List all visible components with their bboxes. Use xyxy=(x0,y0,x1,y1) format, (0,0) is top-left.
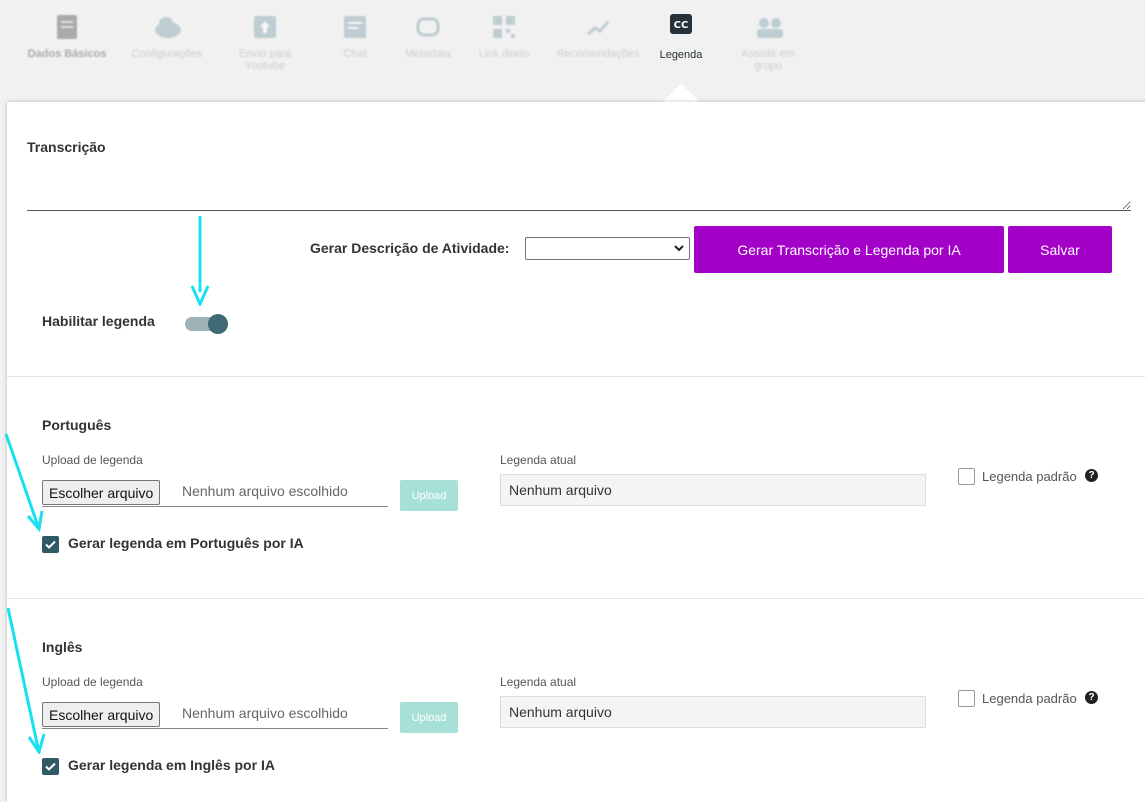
tab-label: Legenda xyxy=(659,49,703,61)
ai-caption-label-ingles: Gerar legenda em Inglês por IA xyxy=(68,757,275,773)
save-button[interactable]: Salvar xyxy=(1008,226,1112,273)
tab-label: Dados Básicos xyxy=(27,48,107,60)
upload-button[interactable]: Upload xyxy=(400,702,458,733)
group-icon xyxy=(755,14,783,40)
default-caption-checkbox[interactable] xyxy=(958,468,975,485)
default-caption-checkbox[interactable] xyxy=(958,690,975,707)
tab-link-direto[interactable]: Link direto xyxy=(472,14,536,60)
file-input-portugues[interactable]: Escolher arquivo Nenhum arquivo escolhid… xyxy=(42,480,388,507)
check-icon xyxy=(45,762,56,771)
chevron-down-icon xyxy=(674,245,684,252)
section-divider xyxy=(7,598,1145,599)
help-icon[interactable]: ? xyxy=(1085,691,1098,704)
file-input-ingles[interactable]: Escolher arquivo Nenhum arquivo escolhid… xyxy=(42,702,388,729)
choose-file-button[interactable]: Escolher arquivo xyxy=(42,702,161,727)
tab-label: Link direto xyxy=(478,48,530,60)
tab-recomendacoes[interactable]: Recomendações xyxy=(552,14,644,60)
file-status: Nenhum arquivo escolhido xyxy=(182,705,348,721)
cloud-icon xyxy=(154,14,181,40)
tab-label: Configurações xyxy=(131,48,203,60)
qr-icon xyxy=(491,14,517,40)
tab-label: Chat xyxy=(343,48,367,60)
tab-envio-youtube[interactable]: Envio para Youtube xyxy=(225,14,305,72)
tab-label: Recomendações xyxy=(556,48,640,60)
active-tab-caret xyxy=(661,84,701,103)
upload-caption-label: Upload de legenda xyxy=(42,453,143,467)
transcription-title: Transcrição xyxy=(27,139,106,155)
check-icon xyxy=(45,540,56,549)
upload-caption-label: Upload de legenda xyxy=(42,675,143,689)
current-caption-value: Nenhum arquivo xyxy=(500,696,926,728)
current-caption-value: Nenhum arquivo xyxy=(500,474,926,506)
toggle-knob xyxy=(208,314,228,334)
tab-configuracoes[interactable]: Configurações xyxy=(122,14,212,60)
section-title-portugues: Português xyxy=(42,417,112,433)
ai-caption-checkbox-ingles[interactable] xyxy=(42,758,59,775)
upload-icon xyxy=(252,14,278,40)
section-title-ingles: Inglês xyxy=(42,639,83,655)
help-icon[interactable]: ? xyxy=(1085,469,1098,482)
activity-description-select[interactable] xyxy=(525,237,690,260)
graph-icon xyxy=(585,14,611,40)
upload-button[interactable]: Upload xyxy=(400,480,458,511)
ai-caption-label-portugues: Gerar legenda em Português por IA xyxy=(68,535,304,551)
enable-caption-label: Habilitar legenda xyxy=(42,313,155,329)
tag-icon xyxy=(415,14,441,40)
transcription-textarea[interactable] xyxy=(27,164,1131,211)
tab-label: Envio para Youtube xyxy=(238,48,292,72)
tab-bar: Dados Básicos Configurações Envio para Y… xyxy=(0,0,1145,103)
generate-ai-button[interactable]: Gerar Transcrição e Legenda por IA xyxy=(694,226,1004,273)
tab-dados-basicos[interactable]: Dados Básicos xyxy=(22,14,112,60)
file-status: Nenhum arquivo escolhido xyxy=(182,483,348,499)
ai-caption-checkbox-portugues[interactable] xyxy=(42,536,59,553)
enable-caption-toggle[interactable] xyxy=(185,314,231,334)
section-divider xyxy=(7,376,1145,377)
tab-label: Assistir em grupo xyxy=(741,48,795,72)
tab-metadata[interactable]: Metadata xyxy=(395,14,461,60)
file-icon xyxy=(54,14,80,40)
default-caption-label: Legenda padrão xyxy=(982,691,1077,706)
chat-icon xyxy=(342,14,368,40)
legenda-panel: Transcrição Gerar Descrição de Atividade… xyxy=(7,102,1145,802)
current-caption-label: Legenda atual xyxy=(500,453,577,467)
default-caption-label: Legenda padrão xyxy=(982,469,1077,484)
tab-legenda[interactable]: CC Legenda xyxy=(652,14,710,61)
tab-chat[interactable]: Chat xyxy=(325,14,385,60)
tab-label: Metadata xyxy=(405,48,451,60)
svg-text:CC: CC xyxy=(674,20,689,31)
choose-file-button[interactable]: Escolher arquivo xyxy=(42,480,161,505)
closed-captions-icon: CC xyxy=(668,14,694,40)
activity-description-label: Gerar Descrição de Atividade: xyxy=(310,240,510,256)
tab-assistir-grupo[interactable]: Assistir em grupo xyxy=(730,14,806,72)
current-caption-label: Legenda atual xyxy=(500,675,577,689)
